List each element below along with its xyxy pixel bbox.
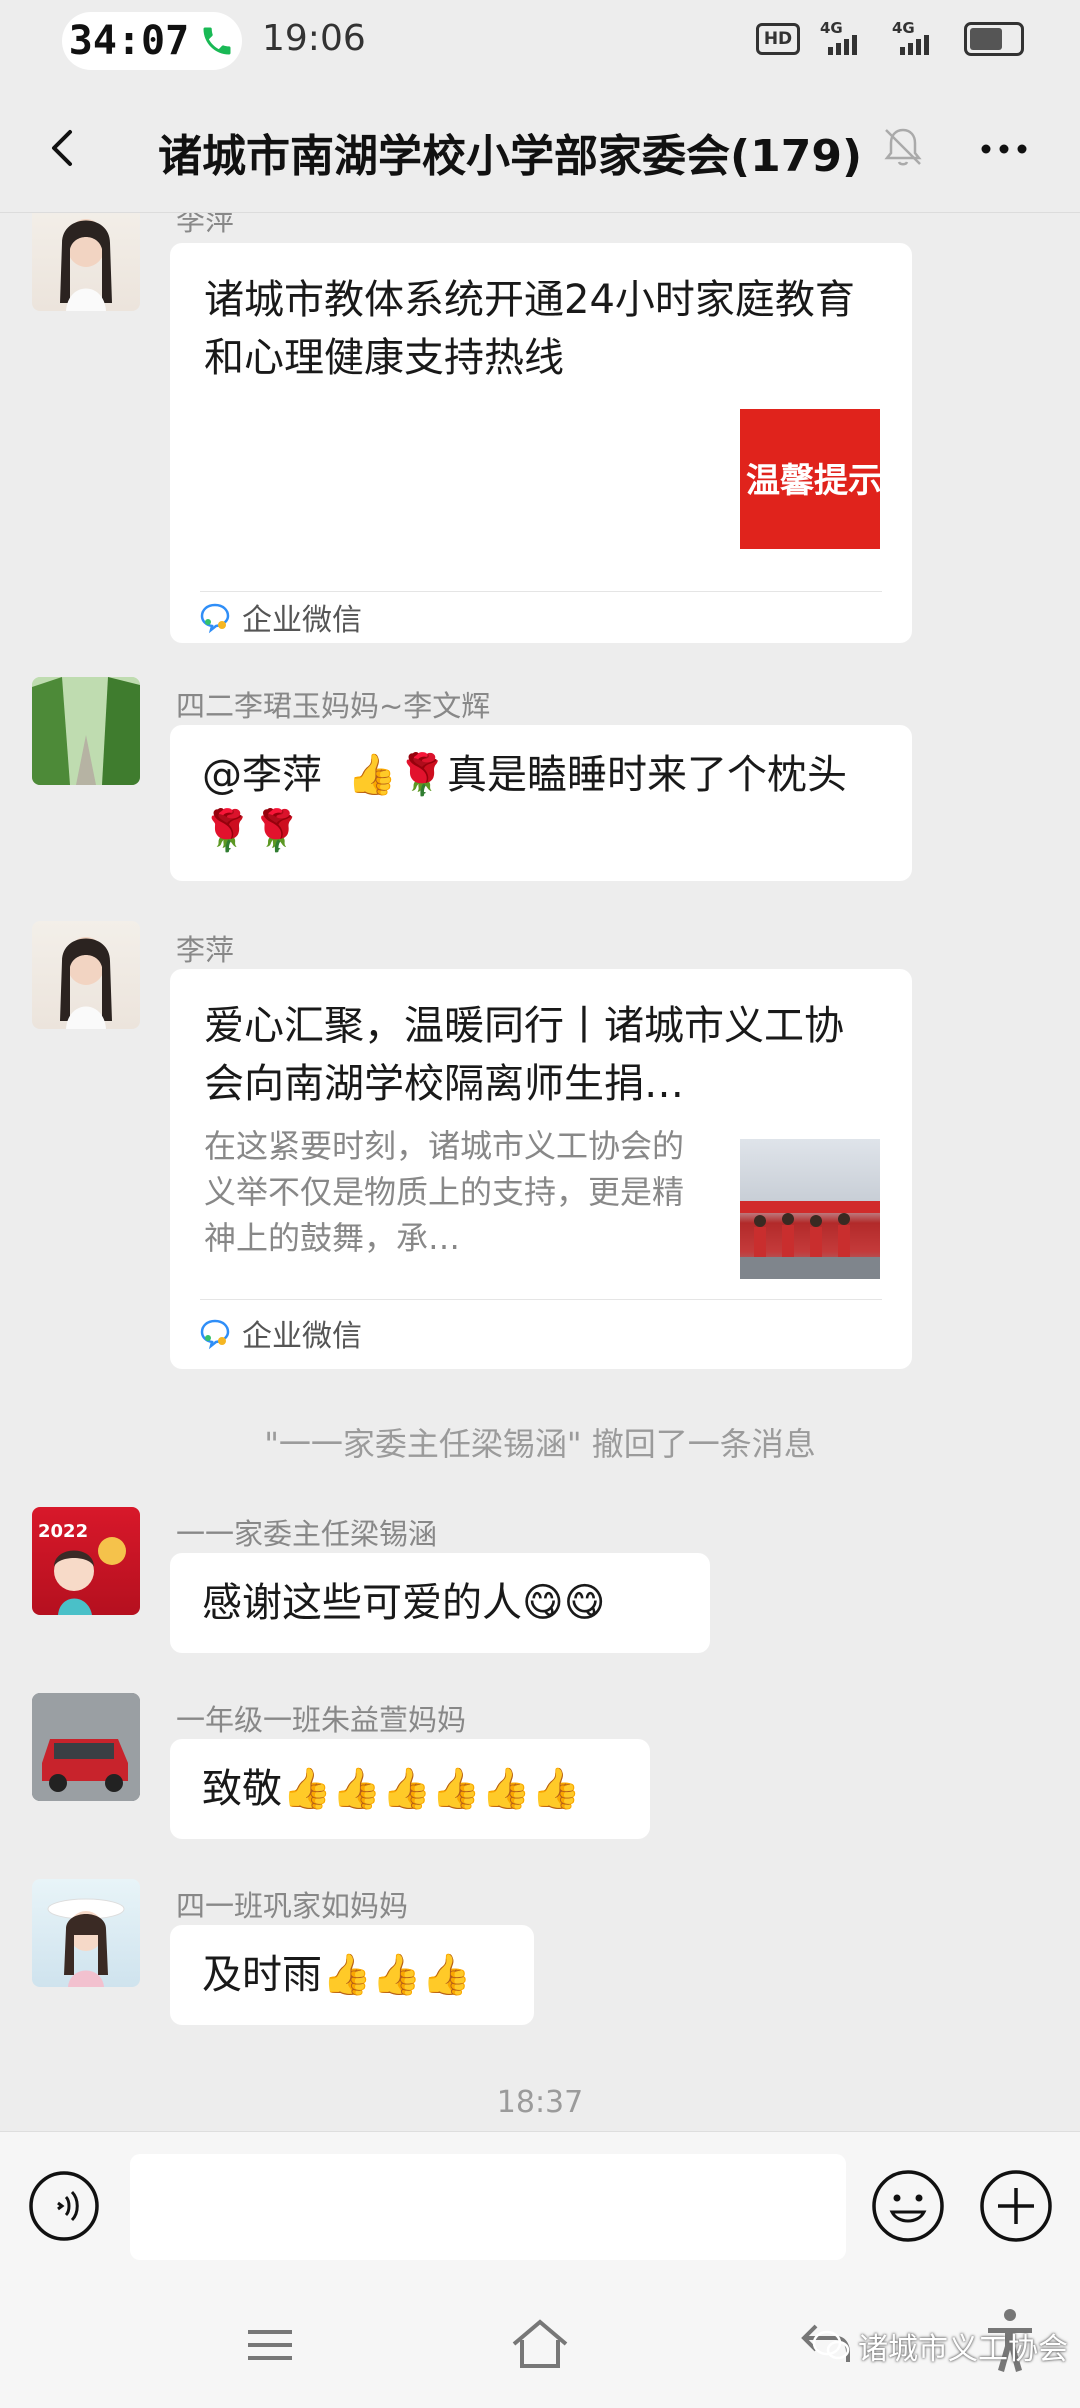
card-description: 在这紧要时刻，诸城市义工协会的义举不仅是物质上的支持，更是精神上的鼓舞，承… <box>204 1127 685 1257</box>
recall-notice: "一一家委主任梁锡涵" 撤回了一条消息 <box>264 1425 816 1463</box>
phone-icon <box>203 27 231 55</box>
time-separator: 18:37 <box>496 2085 584 2120</box>
signal-icon: 4G <box>820 19 872 55</box>
wechat-logo-icon <box>812 2330 850 2360</box>
card-divider <box>200 1299 882 1300</box>
plus-icon[interactable] <box>978 2168 1054 2244</box>
mute-bell-icon <box>884 128 922 166</box>
message-input[interactable] <box>130 2154 846 2260</box>
card-title: 诸城市教体系统开通24小时家庭教育和心理健康支持热线 <box>204 277 855 381</box>
message-bubble[interactable]: 致敬👍👍👍👍👍👍 <box>170 1739 650 1839</box>
message-bubble[interactable]: @李萍 👍🌹真是瞌睡时来了个枕头🌹🌹 <box>170 725 912 881</box>
battery-icon <box>964 22 1024 56</box>
call-timer: 34:07 <box>68 18 190 64</box>
signal-icon-2: 4G <box>892 19 944 55</box>
voice-input-icon[interactable] <box>28 2170 100 2242</box>
link-card[interactable]: 爱心汇聚，温暖同行丨诸城市义工协会向南湖学校隔离师生捐… 在这紧要时刻，诸城市义… <box>170 969 912 1369</box>
wecom-icon <box>200 1319 230 1350</box>
card-source: 企业微信 <box>198 595 362 639</box>
avatar[interactable] <box>32 1879 140 1987</box>
status-bar: 34:07 19:06 HD 4G 4G <box>0 0 1080 82</box>
message-text: 感谢这些可爱的人😋😋 <box>202 1580 606 1626</box>
avatar-trees-icon <box>32 677 140 785</box>
chat-title: 诸城市南湖学校小学部家委会(179) <box>158 131 863 182</box>
message-text: @李萍 👍🌹真是瞌睡时来了个枕头🌹🌹 <box>202 752 848 854</box>
sender-name: 一年级一班朱益萱妈妈 <box>176 1703 467 1737</box>
card-divider <box>200 591 882 592</box>
card-title: 爱心汇聚，温暖同行丨诸城市义工协会向南湖学校隔离师生捐… <box>204 1003 844 1107</box>
chat-header: 诸城市南湖学校小学部家委会(179) <box>0 82 1080 213</box>
link-card[interactable]: 诸城市教体系统开通24小时家庭教育和心理健康支持热线 温馨提示 企业微信 <box>170 243 912 643</box>
home-icon[interactable] <box>508 2314 572 2374</box>
watermark: 诸城市义工协会 <box>812 2324 1068 2368</box>
card-thumbnail: 温馨提示 <box>740 409 880 549</box>
avatar-woman-icon <box>60 937 112 1029</box>
system-icons: HD 4G 4G <box>756 19 1024 56</box>
avatar-car-icon <box>32 1693 140 1801</box>
avatar-girl-hat-icon <box>47 1898 125 1987</box>
sender-name: 四二李珺玉妈妈~李文辉 <box>176 689 491 723</box>
message-bubble[interactable]: 感谢这些可爱的人😋😋 <box>170 1553 710 1653</box>
hd-icon: HD <box>756 23 800 55</box>
avatar-woman-icon <box>60 219 112 311</box>
thumbnail-text: 温馨提示 <box>746 461 880 501</box>
status-clock: 19:06 <box>262 18 366 59</box>
avatar[interactable]: 2022 <box>32 1507 140 1615</box>
ongoing-call-pill[interactable]: 34:07 <box>62 12 242 70</box>
message-text: 及时雨👍👍👍 <box>202 1952 472 1998</box>
card-thumbnail <box>740 1139 880 1279</box>
watermark-text: 诸城市义工协会 <box>858 2332 1068 2367</box>
card-source-label: 企业微信 <box>242 1319 362 1354</box>
input-bar <box>0 2131 1080 2280</box>
back-arrow-icon[interactable] <box>34 118 94 178</box>
avatar-year: 2022 <box>38 1521 89 1542</box>
message-text: 致敬👍👍👍👍👍👍 <box>202 1766 581 1812</box>
avatar[interactable] <box>32 677 140 785</box>
network-label: 4G <box>820 19 843 37</box>
message-bubble[interactable]: 及时雨👍👍👍 <box>170 1925 534 2025</box>
photo-people-icon <box>740 1201 880 1279</box>
menu-icon[interactable] <box>240 2320 300 2370</box>
sender-name: 一一家委主任梁锡涵 <box>176 1517 438 1551</box>
avatar[interactable] <box>32 1693 140 1801</box>
sender-name: 四一班巩家如妈妈 <box>176 1889 409 1923</box>
avatar[interactable] <box>32 921 140 1029</box>
chat-messages[interactable]: 李萍 诸城市教体系统开通24小时家庭教育和心理健康支持热线 温馨提示 企业微信 … <box>0 213 1080 2131</box>
wecom-icon <box>200 603 230 634</box>
card-source: 企业微信 <box>198 1311 362 1355</box>
sender-name: 李萍 <box>176 933 235 967</box>
network-label-2: 4G <box>892 19 915 37</box>
emoji-icon[interactable] <box>870 2168 946 2244</box>
more-options-icon[interactable] <box>974 124 1034 174</box>
avatar[interactable] <box>32 213 140 311</box>
sender-name: 李萍 <box>176 213 235 237</box>
card-source-label: 企业微信 <box>242 603 362 638</box>
